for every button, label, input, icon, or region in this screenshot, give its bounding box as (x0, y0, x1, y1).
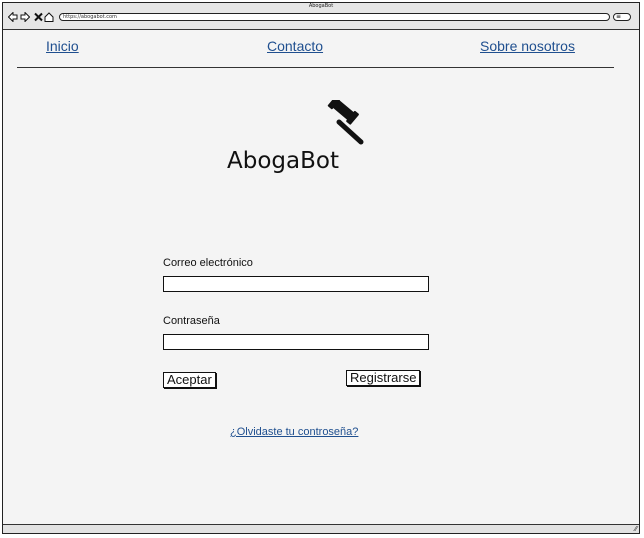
nav-link-inicio[interactable]: Inicio (46, 38, 79, 54)
nav-link-contacto[interactable]: Contacto (267, 38, 323, 54)
browser-window: AbogaBot https://abogabot.com ≡ Inicio C… (2, 2, 640, 534)
password-label: Contraseña (163, 315, 220, 327)
home-icon[interactable] (44, 12, 54, 22)
email-field[interactable] (163, 276, 429, 292)
forward-arrow-icon[interactable] (20, 11, 31, 23)
status-bar: ⁄⁄ (3, 524, 639, 533)
url-text: https://abogabot.com (63, 14, 117, 20)
close-icon[interactable] (34, 12, 43, 22)
nav-link-sobre-nosotros[interactable]: Sobre nosotros (480, 38, 575, 54)
resize-grip-icon[interactable]: ⁄⁄ (635, 525, 637, 533)
password-field[interactable] (163, 334, 429, 350)
back-arrow-icon[interactable] (7, 11, 18, 23)
nav-divider (17, 67, 614, 68)
email-label: Correo electrónico (163, 257, 253, 269)
browser-toolbar: AbogaBot https://abogabot.com ≡ (3, 3, 639, 30)
accept-button[interactable]: Aceptar (163, 372, 216, 388)
forgot-password-link[interactable]: ¿Olvidaste tu controseña? (230, 426, 358, 438)
page-content: Inicio Contacto Sobre nosotros AbogaBot … (3, 30, 639, 525)
register-button[interactable]: Registrarse (346, 370, 421, 386)
address-bar[interactable]: https://abogabot.com (59, 13, 610, 21)
brand-name: AbogaBot (227, 148, 339, 174)
menu-icon[interactable]: ≡ (613, 13, 631, 21)
gavel-icon (317, 95, 377, 152)
window-title: AbogaBot (308, 3, 334, 9)
